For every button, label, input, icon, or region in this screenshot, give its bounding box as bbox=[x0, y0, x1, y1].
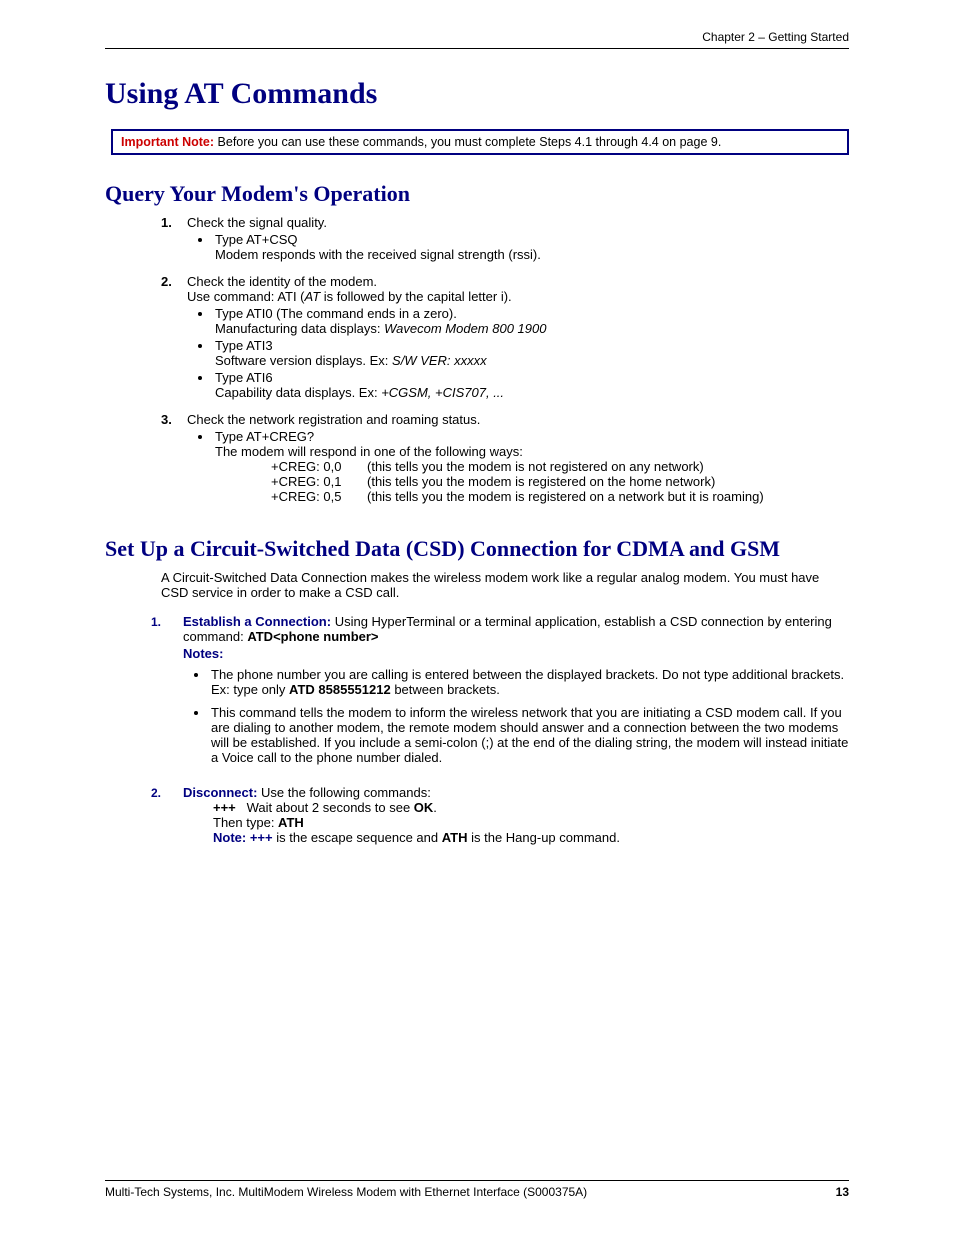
list-number: 3. bbox=[161, 412, 187, 508]
table-row: +CREG: 0,0(this tells you the modem is n… bbox=[271, 459, 849, 474]
important-note-text: Before you can use these commands, you m… bbox=[214, 135, 721, 149]
list-number: 1. bbox=[161, 215, 187, 266]
csd-lead: Disconnect: Use the following commands: bbox=[183, 785, 849, 800]
footer-text: Multi-Tech Systems, Inc. MultiModem Wire… bbox=[105, 1185, 587, 1199]
bullet-line: The modem will respond in one of the fol… bbox=[215, 444, 523, 459]
query-item-3: 3. Check the network registration and ro… bbox=[161, 412, 849, 508]
list-number: 2. bbox=[161, 274, 187, 404]
disconnect-line: Then type: ATH bbox=[213, 815, 849, 830]
creg-key: +CREG: 0,5 bbox=[271, 489, 367, 504]
text-italic: Wavecom Modem 800 1900 bbox=[384, 321, 546, 336]
csd-item-2: 2. Disconnect: Use the following command… bbox=[151, 785, 849, 845]
list-item: This command tells the modem to inform t… bbox=[209, 705, 849, 765]
bullet-line: Type AT+CSQ bbox=[215, 232, 298, 247]
sub-text: Use command: ATI (AT is followed by the … bbox=[187, 289, 849, 304]
csd-lead: Establish a Connection: Using HyperTermi… bbox=[183, 614, 849, 644]
list-item: Type AT+CSQ Modem responds with the rece… bbox=[213, 232, 849, 262]
list-item: Type ATI6 Capability data displays. Ex: … bbox=[213, 370, 849, 400]
creg-key: +CREG: 0,0 bbox=[271, 459, 367, 474]
csd-intro-text: A Circuit-Switched Data Connection makes… bbox=[161, 570, 849, 600]
notes-label: Notes: bbox=[183, 646, 849, 661]
text-bold: ATD<phone number> bbox=[247, 629, 378, 644]
query-body: 1. Check the signal quality. Type AT+CSQ… bbox=[161, 215, 849, 508]
top-rule bbox=[105, 48, 849, 49]
list-item: Type ATI0 (The command ends in a zero). … bbox=[213, 306, 849, 336]
text-run: . bbox=[433, 800, 437, 815]
page-footer: Multi-Tech Systems, Inc. MultiModem Wire… bbox=[105, 1180, 849, 1199]
bullet-line: Software version displays. Ex: bbox=[215, 353, 392, 368]
text-bold: +++ bbox=[213, 800, 236, 815]
text-bold: ATD 8585551212 bbox=[289, 682, 391, 697]
text-run: between brackets. bbox=[391, 682, 500, 697]
creg-val: (this tells you the modem is registered … bbox=[367, 489, 764, 504]
table-row: +CREG: 0,1(this tells you the modem is r… bbox=[271, 474, 849, 489]
section-heading-csd: Set Up a Circuit-Switched Data (CSD) Con… bbox=[105, 536, 849, 562]
text-bold: ATH bbox=[442, 830, 468, 845]
bullet-line: Capability data displays. Ex: bbox=[215, 385, 381, 400]
list-number: 1. bbox=[151, 614, 183, 773]
csd-item-1: 1. Establish a Connection: Using HyperTe… bbox=[151, 614, 849, 773]
list-lead: Check the signal quality. bbox=[187, 215, 849, 230]
disconnect-line: +++ Wait about 2 seconds to see OK. bbox=[213, 800, 849, 815]
page-number: 13 bbox=[836, 1185, 849, 1199]
section-heading-query: Query Your Modem's Operation bbox=[105, 181, 849, 207]
csd-title: Disconnect: bbox=[183, 785, 257, 800]
text-italic: +CGSM, +CIS707, ... bbox=[381, 385, 504, 400]
creg-val: (this tells you the modem is not registe… bbox=[367, 459, 704, 474]
csd-title: Establish a Connection: bbox=[183, 614, 331, 629]
list-item: Type AT+CREG? The modem will respond in … bbox=[213, 429, 849, 504]
important-note-label: Important Note: bbox=[121, 135, 214, 149]
text-run: This command tells the modem to inform t… bbox=[211, 705, 848, 765]
disconnect-block: +++ Wait about 2 seconds to see OK. Then… bbox=[213, 800, 849, 845]
text-bold: ATH bbox=[278, 815, 304, 830]
list-number: 2. bbox=[151, 785, 183, 845]
list-lead: Check the network registration and roami… bbox=[187, 412, 849, 427]
text-run: Use command: ATI ( bbox=[187, 289, 305, 304]
note-label: Note: +++ bbox=[213, 830, 273, 845]
bullet-line: Type ATI6 bbox=[215, 370, 273, 385]
bullet-line: Type AT+CREG? bbox=[215, 429, 314, 444]
list-lead: Check the identity of the modem. bbox=[187, 274, 849, 289]
query-item-2: 2. Check the identity of the modem. Use … bbox=[161, 274, 849, 404]
text-run: Wait about 2 seconds to see bbox=[236, 800, 414, 815]
important-note-box: Important Note: Before you can use these… bbox=[111, 129, 849, 155]
bullet-line: Type ATI3 bbox=[215, 338, 273, 353]
list-item: Type ATI3 Software version displays. Ex:… bbox=[213, 338, 849, 368]
page-title: Using AT Commands bbox=[105, 77, 849, 111]
bottom-rule bbox=[105, 1180, 849, 1181]
text-run: is the Hang-up command. bbox=[468, 830, 620, 845]
text-italic: AT bbox=[305, 289, 321, 304]
text-italic: S/W VER: xxxxx bbox=[392, 353, 487, 368]
creg-key: +CREG: 0,1 bbox=[271, 474, 367, 489]
list-item: The phone number you are calling is ente… bbox=[209, 667, 849, 697]
text-bold: OK bbox=[414, 800, 434, 815]
text-run: is followed by the capital letter i). bbox=[320, 289, 511, 304]
bullet-line: Type ATI0 (The command ends in a zero). bbox=[215, 306, 457, 321]
bullet-line: Modem responds with the received signal … bbox=[215, 247, 541, 262]
chapter-header: Chapter 2 – Getting Started bbox=[105, 30, 849, 44]
creg-table: +CREG: 0,0(this tells you the modem is n… bbox=[271, 459, 849, 504]
disconnect-line: Note: +++ is the escape sequence and ATH… bbox=[213, 830, 849, 845]
bullet-line: Manufacturing data displays: bbox=[215, 321, 384, 336]
creg-val: (this tells you the modem is registered … bbox=[367, 474, 715, 489]
text-run: Use the following commands: bbox=[257, 785, 430, 800]
text-run: Then type: bbox=[213, 815, 278, 830]
query-item-1: 1. Check the signal quality. Type AT+CSQ… bbox=[161, 215, 849, 266]
table-row: +CREG: 0,5(this tells you the modem is r… bbox=[271, 489, 849, 504]
text-run: is the escape sequence and bbox=[273, 830, 442, 845]
